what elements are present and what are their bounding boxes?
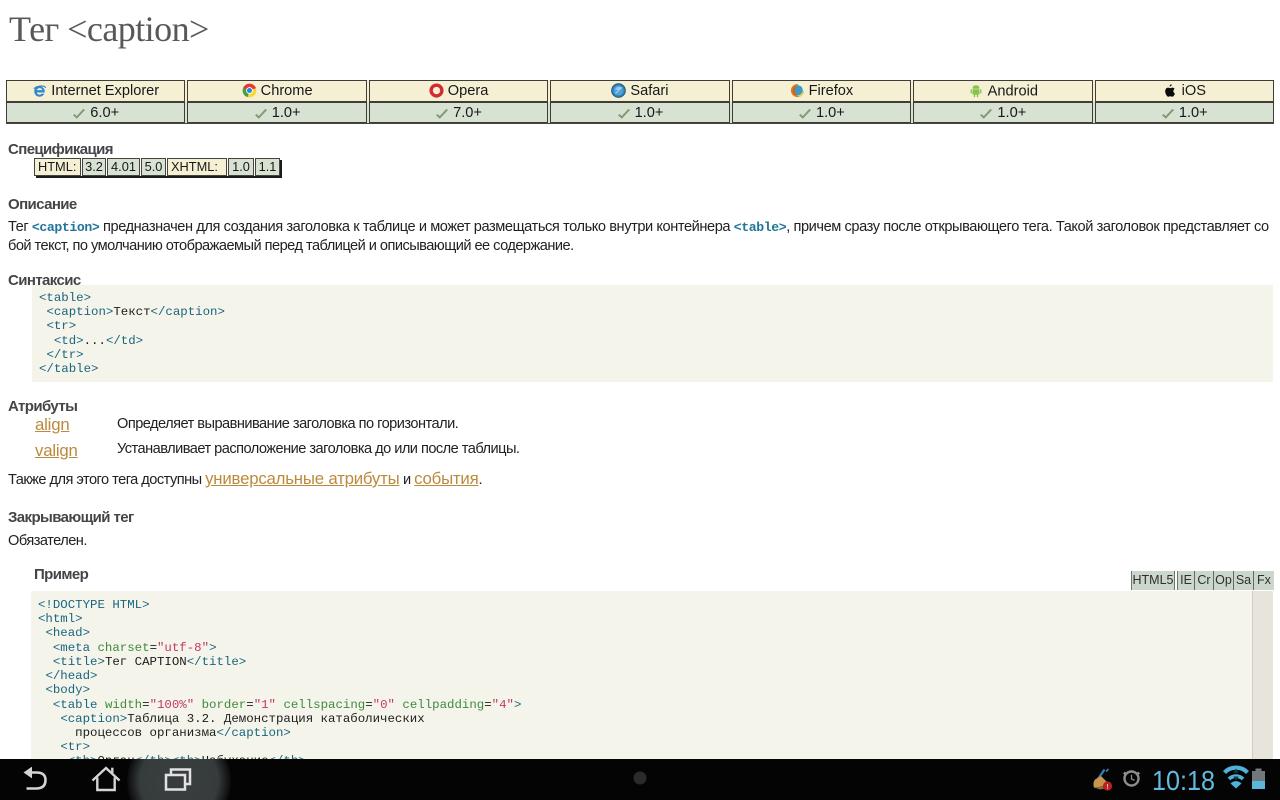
svg-text:!: ! [1106, 782, 1108, 791]
svg-text:10:18: 10:18 [1152, 765, 1215, 796]
